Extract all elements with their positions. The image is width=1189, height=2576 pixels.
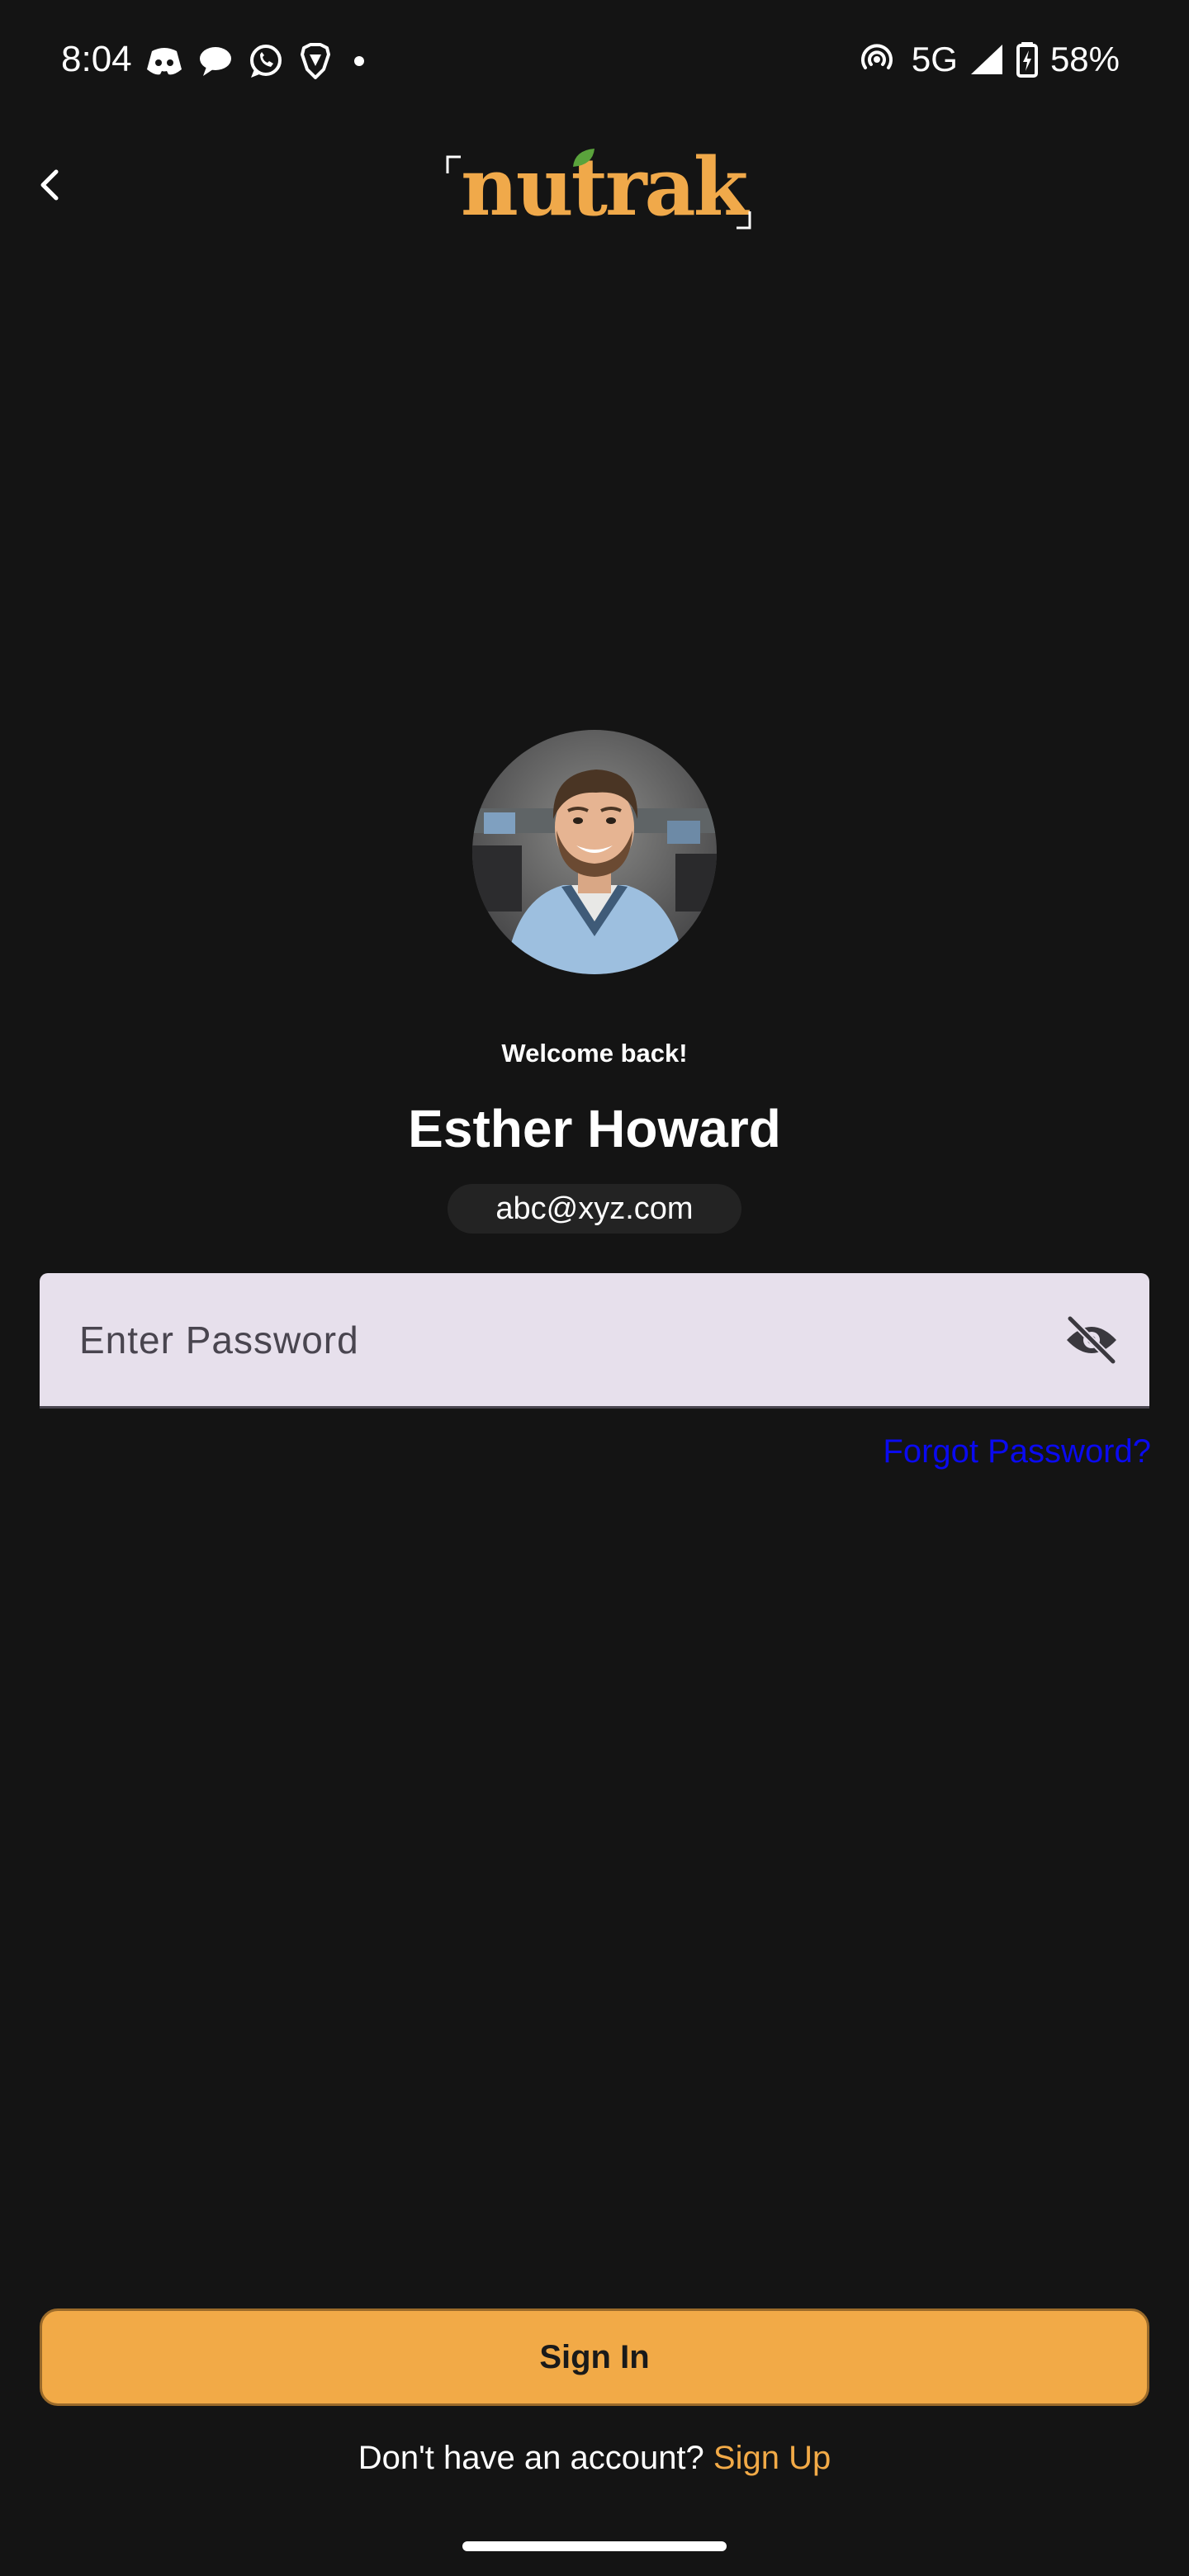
logo-leaf [573, 149, 594, 167]
forgot-password-link[interactable]: Forgot Password? [883, 1428, 1151, 1475]
status-icons-left [145, 41, 372, 81]
avatar [472, 730, 717, 974]
nutrak-logo: nutrak [446, 142, 760, 233]
password-input[interactable] [40, 1273, 1030, 1406]
signup-prompt: Don't have an account? [358, 2440, 704, 2476]
signup-row: Don't have an account? Sign Up [0, 2436, 1189, 2480]
logo-text: nutrak [461, 140, 748, 234]
hotspot-icon [860, 44, 893, 69]
battery-charging-icon [1016, 42, 1038, 78]
whatsapp-icon [250, 45, 282, 78]
battery-percentage: 58% [1049, 40, 1120, 78]
brave-icon [301, 43, 330, 79]
network-type: 5G [911, 40, 958, 78]
notification-dot-icon [354, 56, 364, 66]
status-bar: 8:04 5G 58% [0, 0, 1189, 116]
chevron-left-icon [40, 169, 59, 201]
chat-bubble-icon [200, 47, 231, 76]
sign-up-link[interactable]: Sign Up [713, 2440, 831, 2476]
password-visibility-toggle[interactable] [1063, 1314, 1120, 1366]
password-field[interactable] [40, 1273, 1149, 1409]
signal-icon [970, 45, 1002, 74]
home-indicator[interactable] [462, 2541, 727, 2551]
status-icons-right: 5G 58% [859, 36, 1120, 83]
welcome-text: Welcome back! [501, 1039, 688, 1068]
avatar-photo [472, 730, 717, 974]
discord-icon [147, 48, 182, 75]
email-chip: abc@xyz.com [448, 1184, 741, 1234]
back-button[interactable] [25, 160, 74, 210]
user-name: Esther Howard [408, 1099, 781, 1158]
sign-in-button[interactable]: Sign In [40, 2308, 1149, 2406]
eye-off-icon [1066, 1315, 1117, 1365]
logo-bracket-top-left [446, 155, 461, 173]
logo-bracket-bottom-right [737, 211, 751, 230]
status-time: 8:04 [61, 39, 132, 79]
